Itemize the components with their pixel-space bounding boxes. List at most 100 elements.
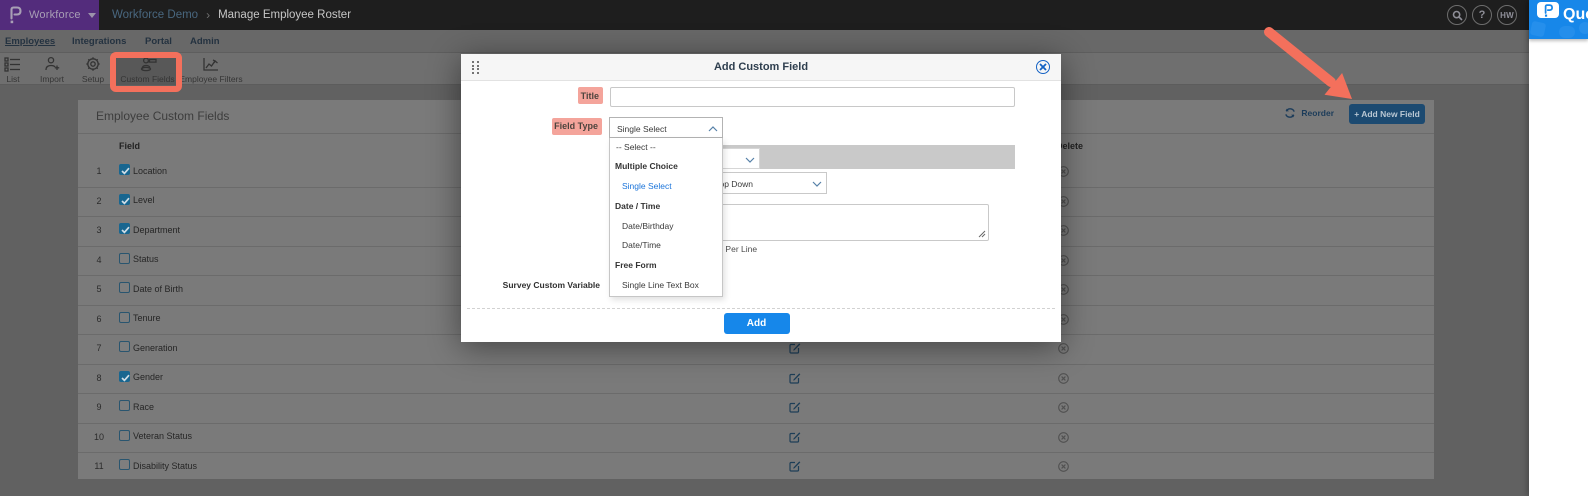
row-checkbox-checked[interactable] (119, 194, 130, 205)
top-bar: Workforce Workforce Demo › Manage Employ… (0, 0, 1588, 30)
reorder-button[interactable]: Reorder (1284, 104, 1334, 122)
dropdown-option[interactable]: Single Select (610, 177, 722, 197)
title-field-label: Title (578, 87, 603, 104)
row-number: 2 (84, 196, 114, 206)
add-button[interactable]: Add (724, 313, 790, 334)
chevron-down-icon (812, 181, 822, 187)
row-number: 9 (84, 402, 114, 412)
delete-row-button[interactable] (1058, 400, 1069, 418)
tab-admin[interactable]: Admin (190, 36, 220, 47)
modal-close-button[interactable] (1036, 60, 1050, 74)
add-new-field-button[interactable]: + Add New Field (1349, 104, 1425, 124)
screen: Workforce Workforce Demo › Manage Employ… (0, 0, 1588, 496)
chevron-up-icon (708, 126, 718, 132)
add-custom-field-modal: Add Custom Field Title Field Type Drop D… (461, 54, 1061, 342)
dropdown-group-header: Date / Time (610, 197, 722, 217)
edit-row-button[interactable] (789, 430, 801, 448)
row-number: 4 (84, 255, 114, 265)
row-field-name: Location (133, 166, 167, 176)
search-button[interactable] (1447, 5, 1467, 25)
breadcrumb-separator: › (206, 8, 210, 22)
delete-row-button[interactable] (1058, 341, 1069, 359)
toolbar-item-label: Import (40, 74, 64, 84)
edit-icon (789, 372, 801, 384)
dropdown-option[interactable]: Date/Birthday (610, 217, 722, 237)
toolbar-item-import[interactable]: Import (32, 53, 72, 85)
help-button[interactable]: ? (1472, 5, 1492, 25)
tab-integrations[interactable]: Integrations (72, 36, 126, 47)
row-checkbox-unchecked[interactable] (119, 253, 130, 264)
help-icon: ? (1479, 9, 1486, 21)
resize-grip-icon[interactable] (978, 230, 986, 238)
row-checkbox-unchecked[interactable] (119, 430, 130, 441)
delete-icon (1058, 373, 1069, 384)
toolbar-item-label: Employee Filters (179, 74, 242, 84)
survey-custom-variable-label: Survey Custom Variable (501, 280, 600, 290)
toolbar-item-setup[interactable]: Setup (74, 53, 112, 85)
user-avatar[interactable]: HW (1497, 5, 1517, 25)
add-new-field-label: + Add New Field (1354, 109, 1420, 119)
delete-icon (1058, 402, 1069, 413)
edit-row-button[interactable] (789, 400, 801, 418)
edit-row-button[interactable] (789, 341, 801, 359)
row-checkbox-unchecked[interactable] (119, 400, 130, 411)
table-row: 11Disability Status (78, 453, 1434, 483)
row-number: 7 (84, 343, 114, 353)
toolbar-item-label: List (6, 74, 19, 84)
card-title: Employee Custom Fields (96, 109, 229, 123)
breadcrumb-current: Manage Employee Roster (218, 9, 351, 21)
edit-row-button[interactable] (789, 371, 801, 389)
row-checkbox-unchecked[interactable] (119, 282, 130, 293)
tab-portal[interactable]: Portal (145, 36, 172, 47)
delete-row-button[interactable] (1058, 459, 1069, 477)
row-checkbox-checked[interactable] (119, 371, 130, 382)
row-field-name: Tenure (133, 313, 161, 323)
extension-side-panel: Qué (1529, 0, 1588, 496)
dropdown-option[interactable]: Single Line Text Box (610, 276, 722, 296)
delete-icon (1058, 461, 1069, 472)
row-checkbox-unchecked[interactable] (119, 341, 130, 352)
toolbar-item-employee-filters[interactable]: Employee Filters (179, 53, 243, 85)
row-field-name: Date of Birth (133, 284, 183, 294)
reorder-icon (1284, 107, 1296, 119)
row-number: 10 (84, 432, 114, 442)
delete-icon (1058, 343, 1069, 354)
row-checkbox-checked[interactable] (119, 223, 130, 234)
modal-title: Add Custom Field (461, 61, 1061, 73)
field-type-dropdown: -- Select --Multiple ChoiceSingle Select… (609, 138, 723, 297)
close-icon (1039, 63, 1047, 71)
row-checkbox-checked[interactable] (119, 164, 130, 175)
breadcrumb-parent[interactable]: Workforce Demo (112, 9, 198, 21)
row-checkbox-unchecked[interactable] (119, 459, 130, 470)
dropdown-option[interactable]: Date/Time (610, 236, 722, 256)
dropdown-option[interactable]: -- Select -- (610, 138, 722, 158)
dropdown-group-header: Free Form (610, 256, 722, 276)
tab-employees[interactable]: Employees (5, 36, 55, 47)
brand-logo-icon (9, 6, 22, 24)
delete-row-button[interactable] (1058, 430, 1069, 448)
table-row: 10Veteran Status (78, 424, 1434, 454)
table-row: 9Race (78, 394, 1434, 424)
edit-icon (789, 431, 801, 443)
row-field-name: Status (133, 254, 159, 264)
edit-row-button[interactable] (789, 459, 801, 477)
decoration (1559, 26, 1575, 38)
product-switcher[interactable]: Workforce (0, 0, 99, 30)
extension-header[interactable]: Qué (1529, 0, 1588, 39)
row-field-name: Generation (133, 343, 178, 353)
row-number: 6 (84, 314, 114, 324)
title-input[interactable] (610, 87, 1015, 107)
product-name: Workforce (29, 9, 81, 21)
toolbar-item-list[interactable]: List (0, 53, 26, 85)
row-number: 1 (84, 166, 114, 176)
delete-row-button[interactable] (1058, 371, 1069, 389)
primary-nav: Employees Integrations Portal Admin (0, 30, 1588, 53)
field-type-label: Field Type (552, 118, 602, 135)
row-checkbox-unchecked[interactable] (119, 312, 130, 323)
employee-filters-icon (202, 55, 220, 72)
import-icon (44, 55, 61, 72)
field-type-select[interactable]: Single Select (609, 117, 723, 138)
extension-logo-icon (1537, 2, 1559, 18)
row-field-name: Department (133, 225, 180, 235)
modal-header[interactable]: Add Custom Field (461, 54, 1061, 81)
